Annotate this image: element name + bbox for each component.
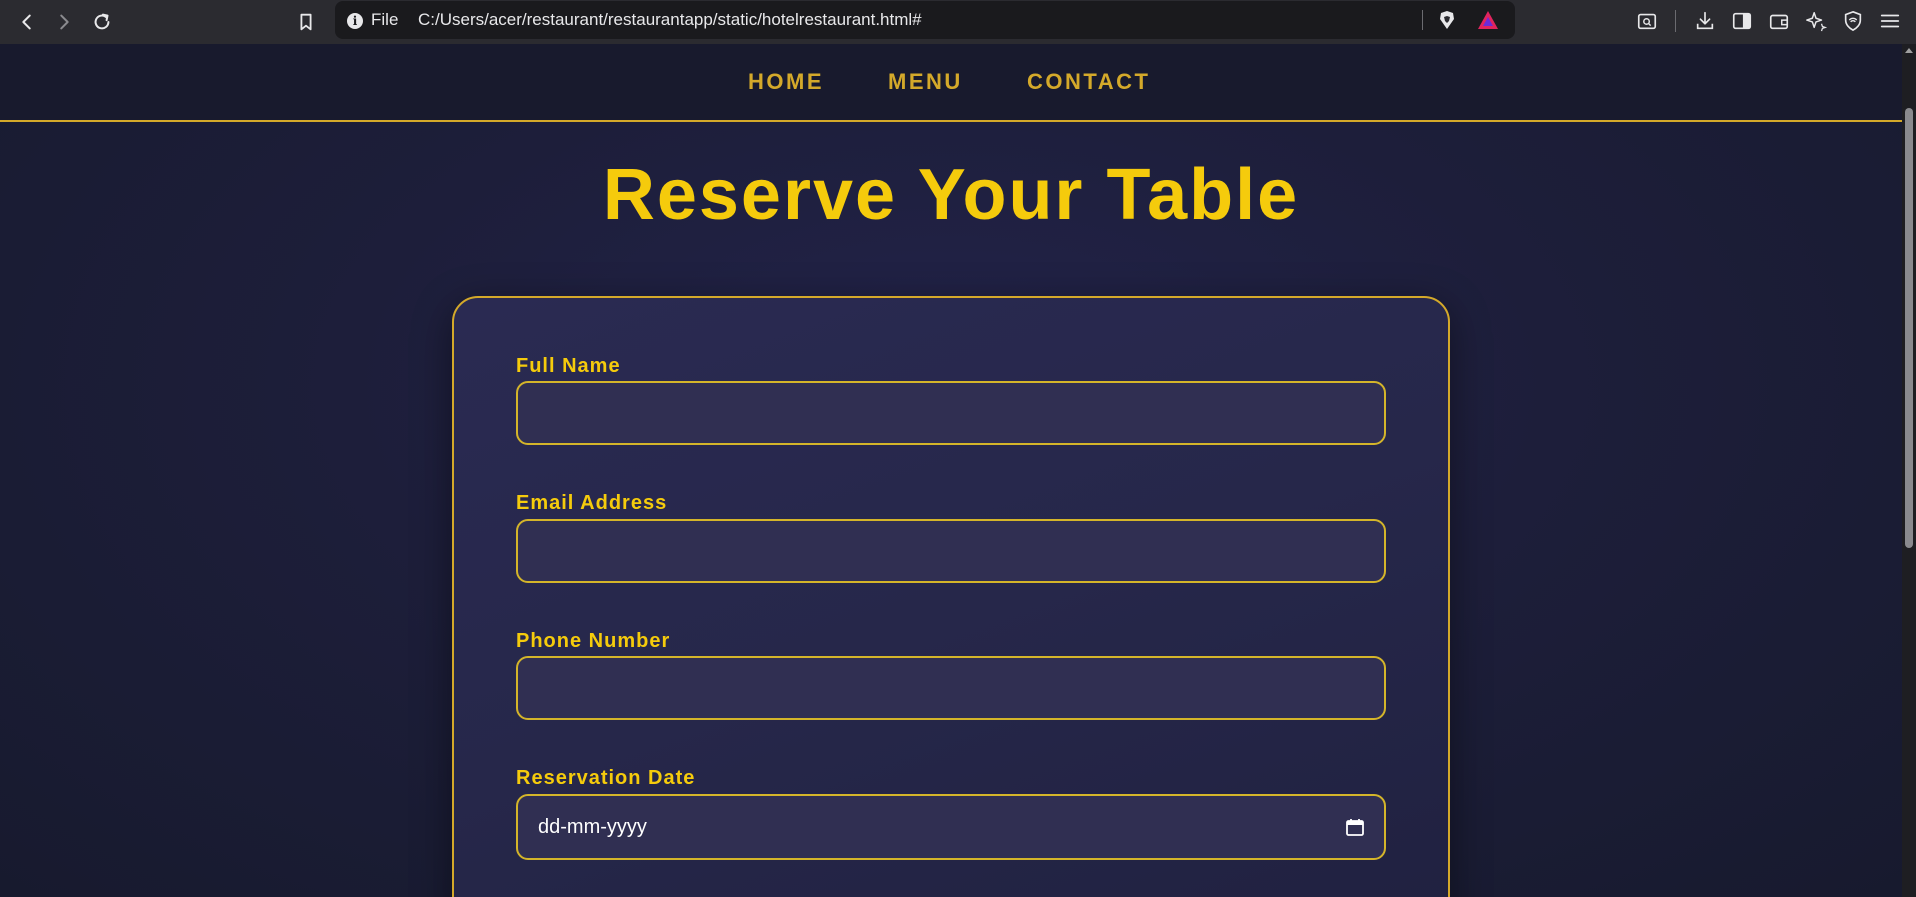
date-placeholder: dd-mm-yyyy: [538, 816, 647, 838]
bookmark-icon[interactable]: [292, 8, 320, 36]
full-name-input[interactable]: [516, 381, 1386, 445]
info-icon[interactable]: i: [347, 13, 363, 29]
vertical-scrollbar[interactable]: [1902, 44, 1916, 897]
full-name-label: Full Name: [516, 355, 621, 377]
reservation-form: Full Name Email Address Phone Number Res…: [452, 296, 1450, 897]
calendar-icon[interactable]: [1346, 818, 1364, 836]
wallet-icon[interactable]: [1767, 9, 1791, 33]
url-text[interactable]: C:/Users/acer/restaurant/restaurantapp/s…: [418, 10, 922, 30]
browser-toolbar: i File C:/Users/acer/restaurant/restaura…: [0, 0, 1916, 44]
screenshot-search-icon[interactable]: [1635, 9, 1659, 33]
vpn-icon[interactable]: [1841, 9, 1865, 33]
address-divider: [1422, 10, 1423, 30]
page-content: HOME MENU CONTACT Reserve Your Table Ful…: [0, 44, 1902, 897]
phone-label: Phone Number: [516, 630, 671, 652]
download-icon[interactable]: [1693, 9, 1717, 33]
nav-link-menu[interactable]: MENU: [888, 69, 963, 95]
nav-link-home[interactable]: HOME: [748, 69, 824, 95]
phone-input[interactable]: [516, 656, 1386, 720]
sidebar-icon[interactable]: [1730, 9, 1754, 33]
scrollbar-thumb[interactable]: [1905, 108, 1913, 548]
reservation-date-input[interactable]: dd-mm-yyyy: [516, 794, 1386, 860]
address-bar[interactable]: i File C:/Users/acer/restaurant/restaura…: [335, 1, 1515, 39]
email-input[interactable]: [516, 519, 1386, 583]
toolbar-divider: [1675, 10, 1676, 32]
brave-shields-icon[interactable]: [1437, 10, 1457, 30]
nav-link-contact[interactable]: CONTACT: [1027, 69, 1150, 95]
brave-rewards-icon[interactable]: [1477, 10, 1499, 30]
scroll-up-icon[interactable]: [1905, 48, 1913, 53]
site-navigation: HOME MENU CONTACT: [0, 44, 1902, 122]
page-title: Reserve Your Table: [602, 155, 1300, 235]
forward-icon[interactable]: [50, 8, 78, 36]
reservation-date-label: Reservation Date: [516, 767, 696, 789]
back-icon[interactable]: [13, 8, 41, 36]
address-scheme-label: File: [371, 10, 399, 29]
menu-icon[interactable]: [1878, 9, 1902, 33]
email-label: Email Address: [516, 492, 668, 514]
reload-icon[interactable]: [88, 8, 116, 36]
leo-ai-icon[interactable]: [1804, 9, 1828, 33]
